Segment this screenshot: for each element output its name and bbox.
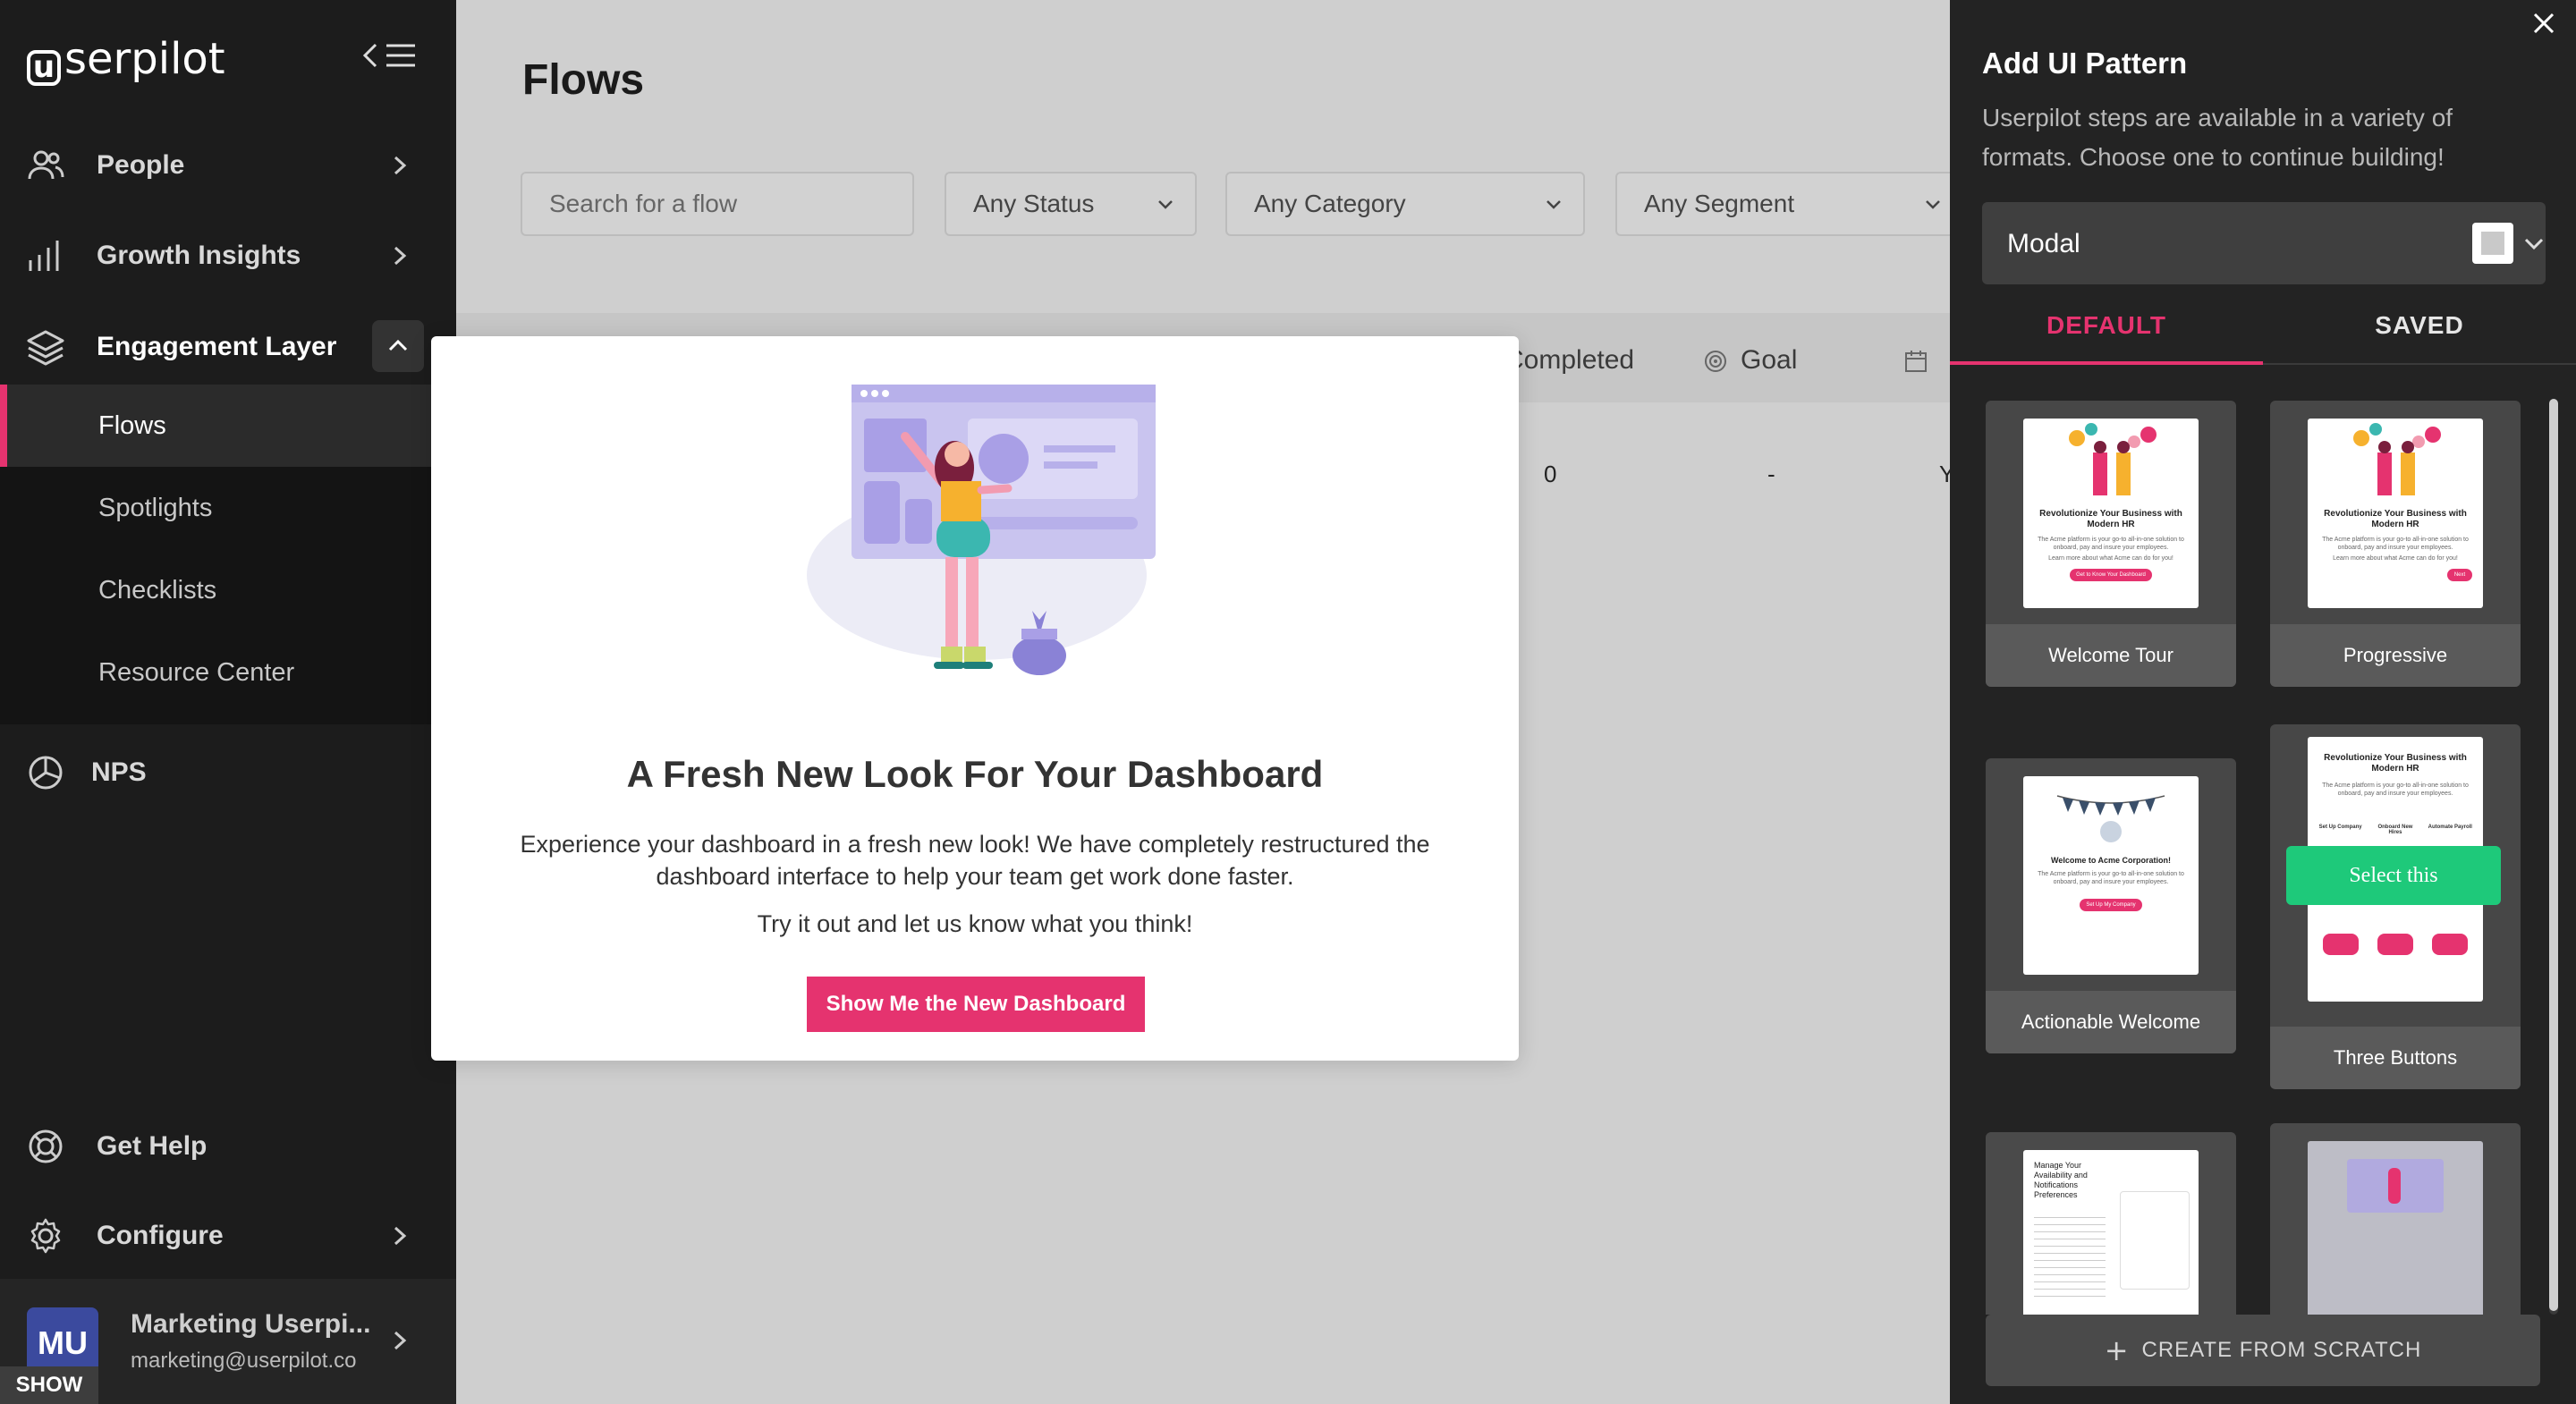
select-this-button[interactable]: Select this (2286, 846, 2501, 905)
dashboard-illustration (807, 385, 1156, 675)
chevron-right-icon (394, 1226, 407, 1246)
chevron-right-icon (394, 156, 407, 175)
user-email: marketing@userpilot.co (131, 1349, 357, 1373)
sidebar-item-people[interactable]: People (0, 121, 456, 210)
status-filter[interactable]: Any Status (945, 172, 1197, 236)
sidebar-item-growth-insights[interactable]: Growth Insights (0, 211, 456, 300)
pattern-label: Actionable Welcome (1986, 991, 2236, 1053)
pattern-label: Three Buttons (2270, 1027, 2521, 1089)
show-dashboard-button[interactable]: Show Me the New Dashboard (807, 977, 1145, 1032)
page-title: Flows (522, 56, 645, 104)
column-goal[interactable]: Goal (1741, 345, 1797, 376)
sidebar-item-label: People (97, 150, 185, 180)
sidebar-subitem-spotlights[interactable]: Spotlights (0, 467, 433, 549)
modal-format-icon (2472, 223, 2513, 264)
sidebar-item-get-help[interactable]: Get Help (0, 1102, 456, 1191)
sidebar: u serpilot People Growth Insights Engagem… (0, 0, 456, 1404)
user-profile[interactable]: MU SHOW Marketing Userpi... marketing@us… (0, 1279, 456, 1404)
panel-title: Add UI Pattern (1982, 47, 2188, 80)
pattern-thumbnail (2308, 1141, 2483, 1315)
engagement-submenu: Flows Spotlights Checklists Resource Cen… (0, 385, 433, 724)
pattern-card-welcome-tour[interactable]: Revolutionize Your Business with Modern … (1986, 401, 2236, 687)
plus-icon: + (2104, 1333, 2130, 1367)
sidebar-subitem-resource-center[interactable]: Resource Center (0, 631, 433, 714)
pattern-label: Welcome Tour (1986, 624, 2236, 687)
celebration-illustration (2353, 423, 2441, 495)
pattern-card-three-buttons[interactable]: Revolutionize Your Business with Modern … (2270, 724, 2521, 1089)
pattern-card-actionable-welcome[interactable]: Welcome to Acme Corporation! The Acme pl… (1986, 758, 2236, 1053)
search-input[interactable]: Search for a flow (521, 172, 914, 236)
close-icon[interactable] (2528, 7, 2560, 39)
pattern-thumbnail: Manage Your Availability and Notificatio… (2023, 1150, 2199, 1315)
pattern-gallery: Revolutionize Your Business with Modern … (1950, 376, 2576, 1315)
create-from-scratch-button[interactable]: + CREATE FROM SCRATCH (1986, 1315, 2540, 1386)
pattern-thumbnail: Welcome to Acme Corporation! The Acme pl… (2023, 776, 2199, 975)
sidebar-item-label: Get Help (97, 1131, 208, 1161)
gear-icon (30, 1218, 61, 1254)
modal-body-secondary: Try it out and let us know what you thin… (757, 910, 1193, 937)
format-select[interactable]: Modal (1982, 202, 2546, 284)
active-tab-indicator (1950, 361, 2263, 365)
bar-chart-icon (29, 241, 59, 271)
chevron-down-icon (2524, 238, 2544, 250)
chevron-right-icon (394, 246, 407, 266)
sidebar-item-label: NPS (91, 757, 147, 787)
tab-default[interactable]: DEFAULT (1950, 311, 2263, 340)
cell-completed: 0 (1544, 461, 1557, 487)
tab-saved[interactable]: SAVED (2263, 311, 2576, 340)
sidebar-item-nps[interactable]: NPS (0, 728, 456, 817)
userpilot-logo[interactable]: u serpilot (27, 34, 225, 86)
modal-body: Experience your dashboard in a fresh new… (520, 831, 1430, 890)
column-completed[interactable]: Completed (1504, 345, 1634, 376)
chevron-right-icon (394, 1331, 407, 1350)
user-name: Marketing Userpi... (131, 1309, 371, 1339)
add-ui-pattern-panel: Add UI Pattern Userpilot steps are avail… (1950, 0, 2576, 1404)
sidebar-item-label: Engagement Layer (97, 332, 337, 361)
sidebar-subitem-flows[interactable]: Flows (0, 385, 433, 467)
pattern-label: Progressive (2270, 624, 2521, 687)
cell-goal: - (1767, 461, 1775, 487)
chevron-up-icon (388, 339, 408, 351)
pattern-card-modal-preview[interactable] (2270, 1123, 2521, 1315)
banner-illustration (2056, 795, 2165, 842)
layers-icon (27, 330, 64, 366)
category-filter[interactable]: Any Category (1225, 172, 1585, 236)
pattern-card-progressive[interactable]: Revolutionize Your Business with Modern … (2270, 401, 2521, 687)
target-icon (1705, 351, 1726, 372)
sidebar-item-label: Configure (97, 1221, 224, 1250)
pattern-card-notifications[interactable]: Manage Your Availability and Notificatio… (1986, 1132, 2236, 1315)
sidebar-subitem-checklists[interactable]: Checklists (0, 549, 433, 631)
modal-preview: A Fresh New Look For Your Dashboard Expe… (431, 336, 1519, 1061)
panel-description: Userpilot steps are available in a varie… (1982, 104, 2453, 171)
pie-icon (29, 756, 63, 790)
people-icon (28, 150, 64, 180)
pattern-thumbnail: Revolutionize Your Business with Modern … (2023, 419, 2199, 608)
lifebuoy-icon (29, 1129, 63, 1163)
chevron-down-icon (1546, 200, 1561, 209)
gallery-scrollbar[interactable] (2549, 399, 2558, 1315)
chevron-down-icon (1158, 200, 1173, 209)
collapse-menu-icon[interactable] (361, 38, 419, 73)
modal-heading: A Fresh New Look For Your Dashboard (626, 753, 1324, 795)
collapse-section-button[interactable] (372, 320, 424, 372)
sidebar-item-label: Growth Insights (97, 241, 301, 270)
sidebar-item-configure[interactable]: Configure (0, 1191, 456, 1281)
celebration-illustration (2069, 423, 2157, 495)
show-badge[interactable]: SHOW (0, 1366, 98, 1404)
chevron-down-icon (1926, 200, 1940, 209)
calendar-icon (1905, 351, 1927, 372)
pattern-thumbnail: Revolutionize Your Business with Modern … (2308, 419, 2483, 608)
segment-filter[interactable]: Any Segment (1615, 172, 1964, 236)
